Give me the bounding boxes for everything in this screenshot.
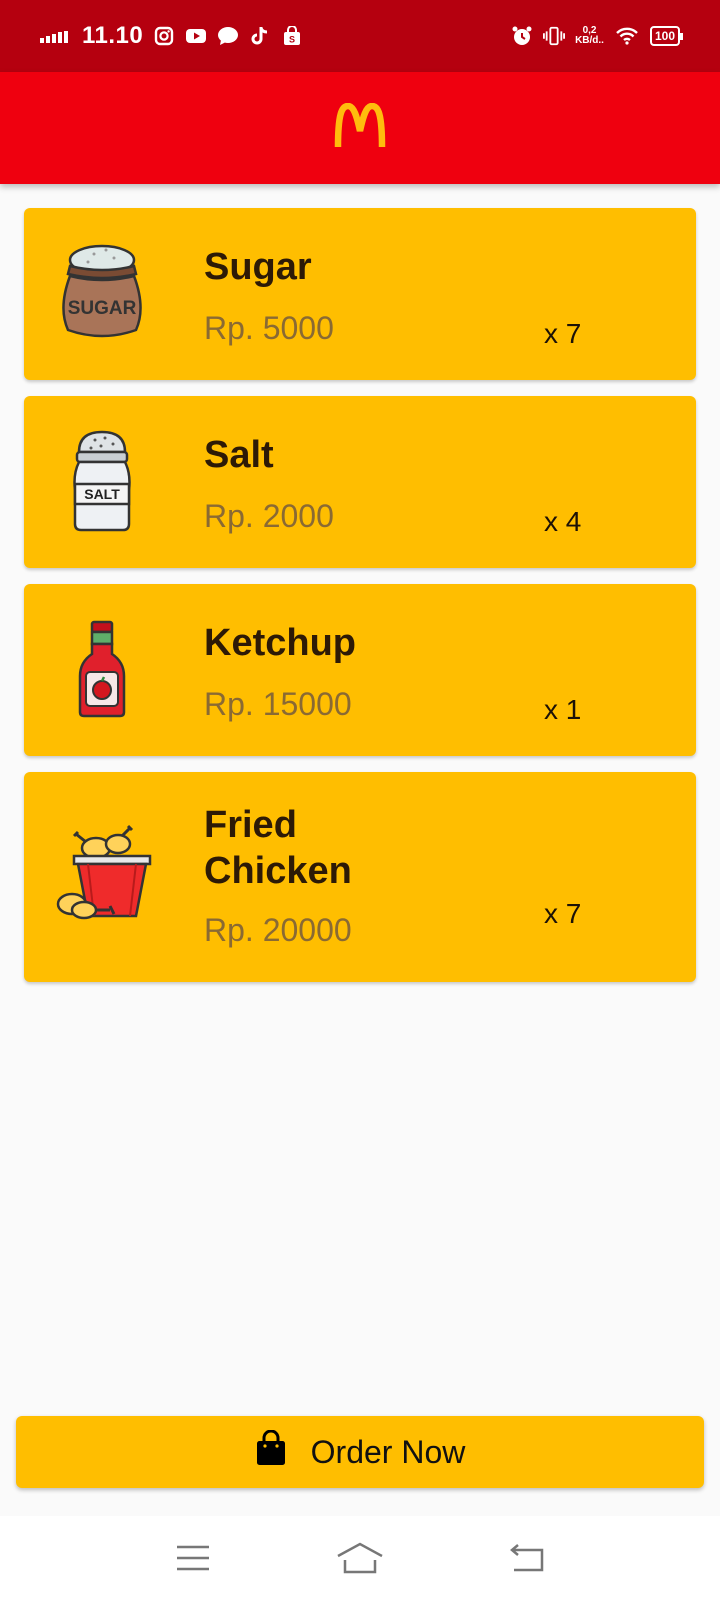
item-price: Rp. 15000 — [204, 686, 352, 722]
item-price: Rp. 20000 — [204, 912, 352, 948]
shopee-icon: S — [281, 25, 303, 47]
cart-item-card[interactable]: SUGAR Sugar Rp. 5000 x 7 — [24, 208, 696, 380]
alarm-icon — [511, 25, 533, 47]
shopping-bag-icon — [255, 1429, 287, 1474]
cart-item-card[interactable]: SALT Salt Rp. 2000 x 4 — [24, 396, 696, 568]
svg-text:SALT: SALT — [84, 486, 120, 502]
order-now-button[interactable]: Order Now — [16, 1416, 704, 1488]
ketchup-bottle-icon — [52, 620, 152, 720]
net-speed-unit: KB/d.. — [575, 35, 604, 46]
menu-icon[interactable] — [163, 1533, 223, 1583]
item-price: Rp. 2000 — [204, 498, 334, 534]
item-name: Fried Chicken — [204, 804, 352, 892]
battery-indicator: 100 — [649, 26, 684, 46]
back-icon[interactable] — [497, 1533, 557, 1583]
system-nav-bar — [0, 1516, 720, 1600]
order-now-label: Order Now — [310, 1433, 466, 1470]
item-name: Sugar — [204, 246, 312, 288]
item-price: Rp. 5000 — [204, 310, 334, 346]
item-quantity: x 1 — [544, 694, 582, 725]
instagram-icon — [153, 25, 175, 47]
fried-chicken-bucket-icon — [52, 824, 152, 924]
status-right: 0,2 KB/d.. 100 — [511, 25, 684, 47]
cart-item-card[interactable]: Fried Chicken Rp. 20000 x 7 — [24, 772, 696, 982]
mcdonalds-logo — [334, 102, 386, 154]
home-icon[interactable] — [330, 1533, 390, 1583]
chat-icon — [217, 25, 239, 47]
svg-text:SUGAR: SUGAR — [68, 298, 137, 319]
svg-text:S: S — [289, 35, 295, 45]
app-bar — [0, 72, 720, 184]
net-speed: 0,2 KB/d.. — [575, 26, 604, 46]
item-quantity: x 4 — [544, 506, 582, 537]
vibrate-icon — [543, 25, 566, 47]
item-name: Ketchup — [204, 622, 356, 664]
status-bar: 11.10 S 0,2 KB/d.. 100 — [0, 0, 720, 72]
item-quantity: x 7 — [544, 318, 582, 349]
youtube-icon — [185, 25, 207, 47]
cart-item-card[interactable]: Ketchup Rp. 15000 x 1 — [24, 584, 696, 756]
sugar-sack-icon: SUGAR — [52, 240, 152, 340]
wifi-icon — [614, 25, 640, 47]
salt-shaker-icon: SALT — [52, 430, 152, 532]
signal-icon — [40, 29, 68, 43]
item-quantity: x 7 — [544, 898, 582, 929]
status-left: 11.10 S — [40, 22, 303, 50]
tiktok-icon — [249, 25, 271, 47]
item-name: Salt — [204, 434, 274, 476]
cart-item-list: SUGAR Sugar Rp. 5000 x 7 SALT Salt Rp. 2… — [24, 208, 696, 998]
status-time: 11.10 — [82, 22, 144, 49]
